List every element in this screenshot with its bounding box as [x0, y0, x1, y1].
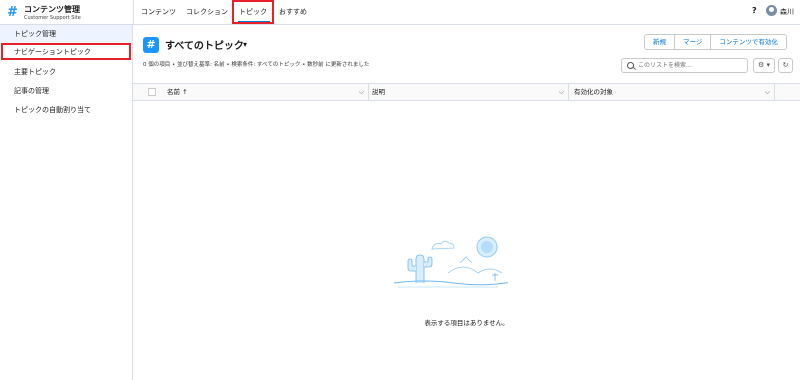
hash-icon: #	[7, 5, 18, 20]
sidebar-item-featured-topics[interactable]: 主要トピック	[0, 63, 132, 82]
column-header-description[interactable]: 説明 ⌵	[369, 84, 569, 100]
sidebar-item-label: トピック管理	[14, 30, 56, 38]
sort-ascending-icon: ↑	[182, 88, 188, 96]
empty-state-message: 表示する項目はありません。	[424, 319, 509, 327]
chevron-down-icon[interactable]: ⌵	[359, 84, 364, 100]
help-icon[interactable]: ?	[752, 6, 757, 15]
highlight-box-topics-tab	[232, 0, 274, 24]
table-header: 名前 ↑ ⌵ 説明 ⌵ 有効化の対象 ⌵	[133, 83, 800, 101]
gear-icon[interactable]: ⚙ ▾	[753, 58, 775, 73]
chevron-down-icon[interactable]: ⌵	[765, 84, 770, 100]
global-header: # コンテンツ管理 Customer Support Site コンテンツ コレ…	[0, 0, 800, 25]
sidebar-item-auto-assign[interactable]: トピックの自動割り当て	[0, 101, 132, 120]
main-panel: # すべてのトピック ▾ 0 個の項目 • 並び替え基準: 名前 • 検索条件:…	[133, 25, 800, 380]
tab-contents[interactable]: コンテンツ	[141, 7, 176, 17]
sidebar-item-article-management[interactable]: 記事の管理	[0, 82, 132, 101]
chevron-down-icon[interactable]: ▾	[243, 40, 247, 49]
column-header-name[interactable]: 名前 ↑ ⌵	[161, 84, 369, 100]
highlight-box-navigation-topics	[1, 43, 131, 60]
list-view-title[interactable]: すべてのトピック	[165, 37, 244, 52]
refresh-icon[interactable]: ↻	[778, 58, 793, 73]
enable-in-content-button[interactable]: コンテンツで有効化	[711, 35, 786, 49]
nav-divider	[133, 0, 134, 25]
chevron-down-icon[interactable]: ⌵	[559, 84, 564, 100]
sidebar-item-label: 主要トピック	[14, 68, 56, 76]
search-box[interactable]	[621, 58, 748, 73]
sidebar-item-label: トピックの自動割り当て	[14, 106, 91, 114]
search-input[interactable]	[638, 59, 743, 72]
user-name[interactable]: 森川	[780, 7, 794, 17]
action-button-group: 新規 マージ コンテンツで有効化	[644, 34, 787, 50]
column-label: 有効化の対象	[574, 88, 613, 96]
search-icon	[627, 62, 634, 69]
sidebar-item-topic-management[interactable]: トピック管理	[0, 25, 132, 44]
column-label: 名前	[167, 88, 180, 96]
sidebar-item-label: 記事の管理	[14, 87, 49, 95]
column-label: 説明	[372, 88, 385, 96]
desert-illustration	[393, 236, 508, 288]
list-meta-info: 0 個の項目 • 並び替え基準: 名前 • 検索条件: すべてのトピック • 数…	[143, 62, 370, 68]
app-title: コンテンツ管理	[24, 5, 80, 14]
tab-collections[interactable]: コレクション	[186, 7, 228, 17]
column-header-enabled-for[interactable]: 有効化の対象 ⌵	[569, 84, 775, 100]
sidebar: トピック管理 ナビゲーショントピック 主要トピック 記事の管理 トピックの自動割…	[0, 25, 133, 380]
merge-button[interactable]: マージ	[675, 35, 712, 49]
avatar[interactable]	[766, 5, 777, 16]
new-button[interactable]: 新規	[645, 35, 675, 49]
tab-recommended[interactable]: おすすめ	[279, 7, 307, 17]
select-all-checkbox[interactable]	[148, 88, 156, 96]
hash-icon: #	[143, 37, 159, 53]
app-subtitle: Customer Support Site	[24, 15, 81, 21]
